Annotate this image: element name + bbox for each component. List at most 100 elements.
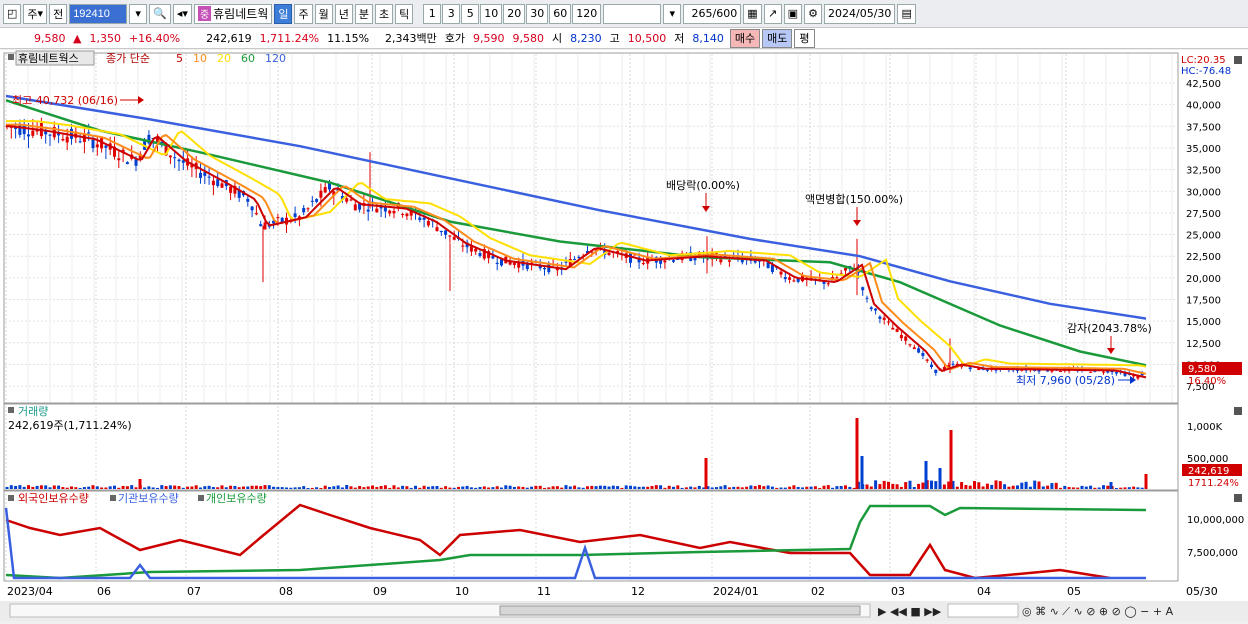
volume-bar xyxy=(229,485,233,489)
price-y-axis: 42,500 40,000 37,500 35,000 32,500 30,000 27,5… xyxy=(1186,79,1221,393)
x-axis-label: 11 xyxy=(537,585,551,598)
volume-bar xyxy=(435,486,439,489)
calendar-icon[interactable]: ▤ xyxy=(897,3,916,24)
date-input[interactable]: 2024/05/30 xyxy=(824,3,896,24)
gear-icon[interactable]: ⚙ xyxy=(804,3,823,24)
low-value: 8,140 xyxy=(692,31,724,45)
volume-bar xyxy=(52,485,56,489)
volume-spike xyxy=(860,456,864,489)
volume-bar xyxy=(719,486,723,489)
volume-bar xyxy=(667,485,671,489)
tab-period-month[interactable]: 월 xyxy=(314,3,333,24)
volume-bar xyxy=(134,487,138,489)
save-icon[interactable]: ▣ xyxy=(783,3,803,24)
volume-bar xyxy=(1071,487,1075,489)
volume-bar xyxy=(749,485,753,489)
interval-button-10[interactable]: 10 xyxy=(480,3,503,24)
tab-period-week[interactable]: 주 xyxy=(294,3,313,24)
candle-body xyxy=(444,230,448,235)
interval-button-1[interactable]: 1 xyxy=(423,3,442,24)
candle-body xyxy=(917,348,921,353)
sell-button[interactable]: 매도 xyxy=(762,28,793,48)
tab-period-day[interactable]: 일 xyxy=(274,3,293,24)
volume-bar xyxy=(160,485,164,489)
interval-button-3[interactable]: 3 xyxy=(442,3,461,24)
volume-bar xyxy=(345,485,349,489)
stock-code-input[interactable] xyxy=(69,3,128,24)
candle-body xyxy=(895,329,899,332)
candle-body xyxy=(323,187,327,193)
volume-bar xyxy=(641,486,645,489)
volume-bar xyxy=(1059,487,1062,489)
interval-button-5[interactable]: 5 xyxy=(461,3,480,24)
candle-body xyxy=(869,307,873,310)
interval-button-60[interactable]: 60 xyxy=(549,3,572,24)
volume-title: 거래량 xyxy=(18,405,48,418)
interval-button-30[interactable]: 30 xyxy=(526,3,549,24)
volume-bar xyxy=(672,486,675,489)
volume-bar xyxy=(211,487,215,489)
candle-body xyxy=(495,262,499,264)
market-type-select[interactable]: 주 ▾ xyxy=(23,3,48,24)
volume-bar xyxy=(564,485,568,489)
speaker-icon[interactable]: ◂▾ xyxy=(172,3,192,24)
quote-bar: 9,580 ▲ 1,350 +16.40% 242,619 1,711.24% … xyxy=(0,28,1248,49)
chart-tools-icon[interactable]: ▦ xyxy=(743,3,762,24)
count-box[interactable]: 265/600 xyxy=(683,3,742,24)
volume-bar xyxy=(839,485,843,489)
holding-close-icon[interactable] xyxy=(1234,494,1242,502)
volume-ratio: 1,711.24% xyxy=(259,31,320,45)
price-y-label: 42,500 xyxy=(1186,79,1221,90)
volume-bar xyxy=(530,486,534,489)
period-custom-select[interactable] xyxy=(603,3,662,24)
low-label: 저 xyxy=(674,32,685,45)
price-close-icon[interactable] xyxy=(1234,56,1242,64)
candle-body xyxy=(439,230,443,233)
volume-bar xyxy=(379,486,383,489)
dropdown-icon[interactable]: ▾ xyxy=(129,3,148,24)
turnover-value: 11.15% xyxy=(327,31,370,45)
volume-bar xyxy=(852,487,856,489)
volume-bar xyxy=(414,485,417,489)
tab-period-year[interactable]: 년 xyxy=(334,3,353,24)
volume-bar xyxy=(27,485,30,489)
candle-body xyxy=(310,200,314,202)
interval-button-120[interactable]: 120 xyxy=(572,3,602,24)
candle-body xyxy=(1059,371,1062,373)
tab-period-second[interactable]: 초 xyxy=(374,3,394,24)
interval-button-20[interactable]: 20 xyxy=(503,3,526,24)
draw-icon[interactable]: ↗ xyxy=(763,3,782,24)
volume-bar xyxy=(560,487,564,489)
scroll-thumb[interactable] xyxy=(499,605,861,616)
volume-value: 242,619 xyxy=(206,31,252,45)
volume-bar xyxy=(715,487,718,489)
volume-spike xyxy=(1109,482,1113,489)
nav-play-icons[interactable]: ▶ ◀◀ ■ ▶▶ xyxy=(878,605,942,618)
volume-close-icon[interactable] xyxy=(1234,407,1242,415)
zoom-slider[interactable] xyxy=(947,603,1019,618)
stock-name-box[interactable]: 중 휴림네트웍 xyxy=(193,3,273,24)
tab-period-minute[interactable]: 분 xyxy=(354,3,373,24)
volume-bar xyxy=(796,486,800,489)
window-icon[interactable]: ◰ xyxy=(3,3,22,24)
x-axis-label: 12 xyxy=(631,585,645,598)
volume-bar xyxy=(766,485,770,489)
candle-body xyxy=(177,159,181,162)
search-icon[interactable]: 🔍 xyxy=(149,3,171,24)
dropdown-icon[interactable]: ▾ xyxy=(663,3,682,24)
volume-bar xyxy=(727,487,731,489)
candle-body xyxy=(254,213,258,215)
tool-icons[interactable]: ◎ ⌘ ∿ ⟋ ∿ ⊘ ⊕ ⊘ ◯ − + A xyxy=(1022,605,1174,618)
tab-period-tick[interactable]: 틱 xyxy=(395,3,414,24)
volume-bar xyxy=(637,486,641,489)
candle-body xyxy=(607,252,611,255)
candle-body xyxy=(478,253,482,256)
legend-ma-120: 120 xyxy=(265,52,286,65)
buy-button[interactable]: 매수 xyxy=(729,28,761,48)
prev-button[interactable]: 전 xyxy=(49,3,68,24)
stock-chart[interactable]: 42,500 40,000 37,500 35,000 32,500 30,000 27,5… xyxy=(0,50,1248,621)
candle-body xyxy=(1046,370,1050,372)
stock-badge: 중 xyxy=(197,6,212,21)
eval-button[interactable]: 평 xyxy=(794,28,815,48)
volume-bar xyxy=(22,486,26,489)
